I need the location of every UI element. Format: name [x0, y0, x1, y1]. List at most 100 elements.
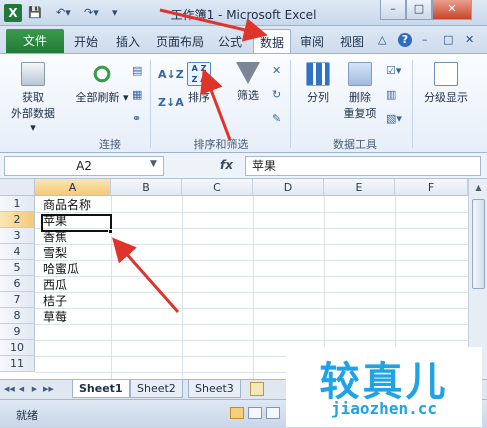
row-header[interactable]: 2: [0, 212, 35, 228]
first-sheet-icon[interactable]: ◀◀: [4, 383, 15, 396]
sort-az-icon[interactable]: A↓Z: [158, 68, 184, 81]
outline-icon: [434, 62, 458, 86]
tab-page-layout[interactable]: 页面布局: [156, 33, 204, 50]
tab-data[interactable]: 数据: [253, 29, 292, 53]
select-all-corner[interactable]: [0, 179, 35, 196]
page-break-view-icon[interactable]: [266, 407, 280, 419]
group-sort-filter-label: 排序和筛选: [193, 138, 249, 151]
gridline: [35, 276, 468, 277]
connections-icon[interactable]: ▤: [132, 64, 142, 77]
data-ribbon: 获取 外部数据 ▾ 全部刷新 ▾ ▤ ▦ ⚭ 连接 A↓Z Z↓A A ZZ A…: [0, 53, 487, 153]
row-header[interactable]: 1: [0, 196, 35, 212]
column-header[interactable]: A: [35, 179, 111, 196]
filter-icon: [236, 62, 260, 84]
text-to-columns-button[interactable]: 分列: [300, 62, 336, 105]
cell-a5[interactable]: 哈蜜瓜: [43, 261, 79, 277]
row-header[interactable]: 6: [0, 276, 35, 292]
column-header[interactable]: B: [111, 179, 182, 196]
remove-duplicates-button[interactable]: 删除 重复项: [340, 62, 380, 121]
column-header[interactable]: E: [324, 179, 395, 196]
group-data-tools-label: 数据工具: [333, 138, 377, 151]
row-header[interactable]: 5: [0, 260, 35, 276]
name-box-dropdown-icon[interactable]: ▼: [150, 159, 157, 169]
row-header[interactable]: 7: [0, 292, 35, 308]
active-cell-cursor: [41, 214, 112, 232]
sort-za-icon[interactable]: Z↓A: [158, 96, 184, 109]
tab-view[interactable]: 视图: [340, 33, 364, 50]
column-header[interactable]: D: [253, 179, 324, 196]
cell-a6[interactable]: 西瓜: [43, 277, 67, 293]
data-validation-icon[interactable]: ☑▾: [386, 64, 401, 77]
tab-file[interactable]: 文件: [6, 29, 64, 53]
prev-sheet-icon[interactable]: ◀: [17, 383, 26, 396]
filter-button[interactable]: 筛选: [230, 62, 266, 103]
consolidate-icon[interactable]: ▥: [386, 88, 396, 101]
cell-a8[interactable]: 草莓: [43, 309, 67, 325]
gridline: [182, 196, 183, 379]
sort-button[interactable]: A ZZ A 排序: [182, 62, 216, 105]
doc-close-icon[interactable]: ✕: [465, 33, 474, 46]
page-layout-view-icon[interactable]: [248, 407, 262, 419]
watermark-url: jiaozhen.cc: [331, 399, 437, 418]
reapply-filter-icon[interactable]: ↻: [272, 88, 281, 101]
close-button[interactable]: ✕: [432, 0, 472, 20]
formula-input[interactable]: 苹果: [245, 156, 481, 176]
row-header[interactable]: 9: [0, 324, 35, 340]
tab-formulas[interactable]: 公式: [218, 33, 242, 50]
minimize-ribbon-icon[interactable]: △: [378, 33, 386, 46]
group-separator: [412, 60, 413, 148]
sheet-tab-sheet2[interactable]: Sheet2: [130, 380, 183, 398]
name-box[interactable]: A2: [4, 156, 164, 176]
gridline: [35, 244, 468, 245]
edit-links-icon[interactable]: ⚭: [132, 112, 141, 125]
scroll-up-icon[interactable]: ▲: [472, 181, 485, 195]
doc-restore-icon[interactable]: □: [443, 33, 453, 46]
column-header[interactable]: F: [395, 179, 468, 196]
doc-minimize-icon[interactable]: –: [422, 33, 428, 46]
row-header[interactable]: 10: [0, 340, 35, 356]
help-icon[interactable]: ?: [398, 33, 412, 47]
restore-button[interactable]: □: [406, 0, 432, 20]
cell-a1[interactable]: 商品名称: [43, 197, 91, 213]
sheet-tab-sheet3[interactable]: Sheet3: [188, 380, 241, 398]
gridline: [35, 308, 468, 309]
row-header[interactable]: 3: [0, 228, 35, 244]
title-bar: X 💾 ↶▾ ↷▾ ▾ 工作簿1 - Microsoft Excel – □ ✕: [0, 0, 487, 26]
row-header[interactable]: 8: [0, 308, 35, 324]
scrollbar-thumb[interactable]: [472, 199, 485, 289]
group-separator: [290, 60, 291, 148]
ribbon-tabs: 文件 开始 插入 页面布局 公式 数据 审阅 视图 △ ? – □ ✕: [0, 26, 487, 53]
gridline: [35, 212, 468, 213]
normal-view-icon[interactable]: [230, 407, 244, 419]
row-header[interactable]: 11: [0, 356, 35, 372]
status-text: 就绪: [16, 409, 38, 422]
tab-review[interactable]: 审阅: [300, 33, 324, 50]
fill-handle[interactable]: [108, 229, 113, 234]
tab-home[interactable]: 开始: [74, 33, 98, 50]
next-sheet-icon[interactable]: ▶: [30, 383, 39, 396]
insert-sheet-icon[interactable]: [250, 382, 264, 396]
get-external-data-button[interactable]: 获取 外部数据 ▾: [8, 62, 58, 134]
insert-function-icon[interactable]: fx: [220, 158, 233, 172]
properties-icon[interactable]: ▦: [132, 88, 142, 101]
tab-insert[interactable]: 插入: [116, 33, 140, 50]
what-if-icon[interactable]: ▧▾: [386, 112, 402, 125]
refresh-all-button[interactable]: 全部刷新 ▾: [74, 62, 130, 105]
formula-bar: A2 ▼ fx 苹果: [0, 153, 487, 179]
column-header[interactable]: C: [182, 179, 253, 196]
gridline: [253, 196, 254, 379]
database-icon: [21, 62, 45, 86]
sort-icon: A ZZ A: [187, 62, 211, 86]
advanced-filter-icon[interactable]: ✎: [272, 112, 281, 125]
sheet-tab-sheet1[interactable]: Sheet1: [72, 380, 130, 398]
cell-a7[interactable]: 桔子: [43, 293, 67, 309]
gridline: [35, 324, 468, 325]
row-header[interactable]: 4: [0, 244, 35, 260]
gridline: [35, 260, 468, 261]
outline-button[interactable]: 分级显示: [418, 62, 474, 105]
last-sheet-icon[interactable]: ▶▶: [43, 383, 54, 396]
cell-a4[interactable]: 雪梨: [43, 245, 67, 261]
group-separator: [150, 60, 151, 148]
clear-filter-icon[interactable]: ✕: [272, 64, 281, 77]
minimize-button[interactable]: –: [380, 0, 406, 20]
